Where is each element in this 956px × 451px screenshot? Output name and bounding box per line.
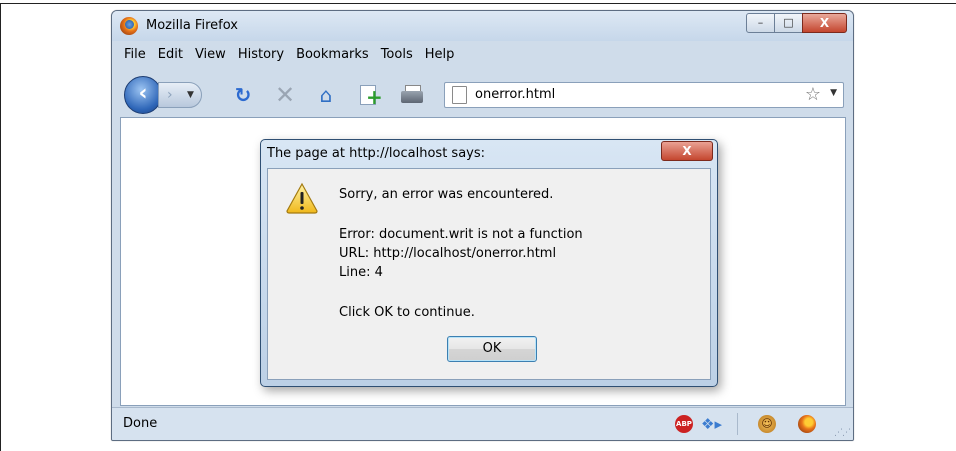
resize-grip-icon[interactable]: ⋰⋰ [834, 428, 851, 438]
bookmark-star-icon[interactable]: ☆ [805, 84, 821, 105]
home-icon[interactable]: ⌂ [314, 83, 338, 107]
maximize-icon: □ [783, 16, 794, 29]
close-button[interactable]: X [802, 13, 847, 33]
menu-edit[interactable]: Edit [158, 45, 183, 65]
new-tab-icon[interactable]: + [358, 83, 383, 109]
menu-help[interactable]: Help [425, 45, 455, 65]
message-line: Line: 4 [339, 265, 383, 280]
window-caption-buttons: – □ X [746, 13, 847, 33]
ok-button[interactable]: OK [447, 336, 537, 362]
figure-border-left [0, 3, 1, 451]
status-separator [737, 413, 738, 435]
menu-history[interactable]: History [238, 45, 284, 65]
message-line: URL: http://localhost/onerror.html [339, 246, 557, 261]
message-line: Click OK to continue. [339, 305, 475, 320]
firefox-logo-icon [120, 17, 138, 35]
minimize-icon: – [757, 16, 764, 29]
message-line: Error: document.writ is not a function [339, 227, 583, 242]
figure-border-top [0, 3, 956, 4]
maximize-button[interactable]: □ [774, 13, 803, 33]
menu-bar: File Edit View History Bookmarks Tools H… [112, 45, 460, 65]
dialog-close-button[interactable]: X [661, 141, 713, 161]
alert-dialog: The page at http://localhost says: X Sor… [260, 139, 718, 387]
dialog-title: The page at http://localhost says: [267, 146, 486, 161]
status-bar: Done ABP ❖▸ ☺ ⋰⋰ [112, 407, 853, 440]
close-icon: X [819, 16, 830, 30]
navigation-toolbar: ‹ › ▼ ↻ ✕ ⌂ + onerror.html ☆ ▼ [112, 71, 853, 114]
message-line: Sorry, an error was encountered. [339, 187, 554, 202]
url-dropdown-icon[interactable]: ▼ [830, 88, 837, 98]
menu-tools[interactable]: Tools [381, 45, 413, 65]
dialog-body: Sorry, an error was encountered. Error: … [267, 168, 711, 380]
warning-icon [285, 182, 319, 214]
status-text: Done [123, 416, 158, 431]
stop-icon[interactable]: ✕ [273, 83, 297, 107]
firefox-status-icon[interactable] [798, 415, 816, 433]
forward-button[interactable]: › ▼ [158, 82, 202, 108]
url-text[interactable]: onerror.html [475, 87, 555, 102]
title-bar[interactable]: Mozilla Firefox – □ X [112, 11, 853, 41]
history-dropdown-icon[interactable]: ▼ [187, 84, 194, 106]
extension-arrow-icon[interactable]: ❖▸ [701, 415, 725, 433]
print-icon[interactable] [400, 83, 424, 107]
window-title: Mozilla Firefox [146, 18, 238, 33]
minimize-button[interactable]: – [746, 13, 775, 33]
adblock-icon[interactable]: ABP [675, 415, 693, 433]
back-arrow-icon: ‹ [138, 81, 148, 106]
forward-arrow-icon: › [167, 87, 173, 103]
page-icon [452, 86, 467, 104]
url-bar[interactable]: onerror.html ☆ ▼ [444, 82, 844, 108]
greasemonkey-icon[interactable]: ☺ [758, 415, 776, 433]
menu-bookmarks[interactable]: Bookmarks [296, 45, 369, 65]
back-button[interactable]: ‹ [124, 76, 162, 114]
menu-file[interactable]: File [124, 45, 146, 65]
menu-view[interactable]: View [195, 45, 226, 65]
reload-icon[interactable]: ↻ [231, 83, 255, 107]
